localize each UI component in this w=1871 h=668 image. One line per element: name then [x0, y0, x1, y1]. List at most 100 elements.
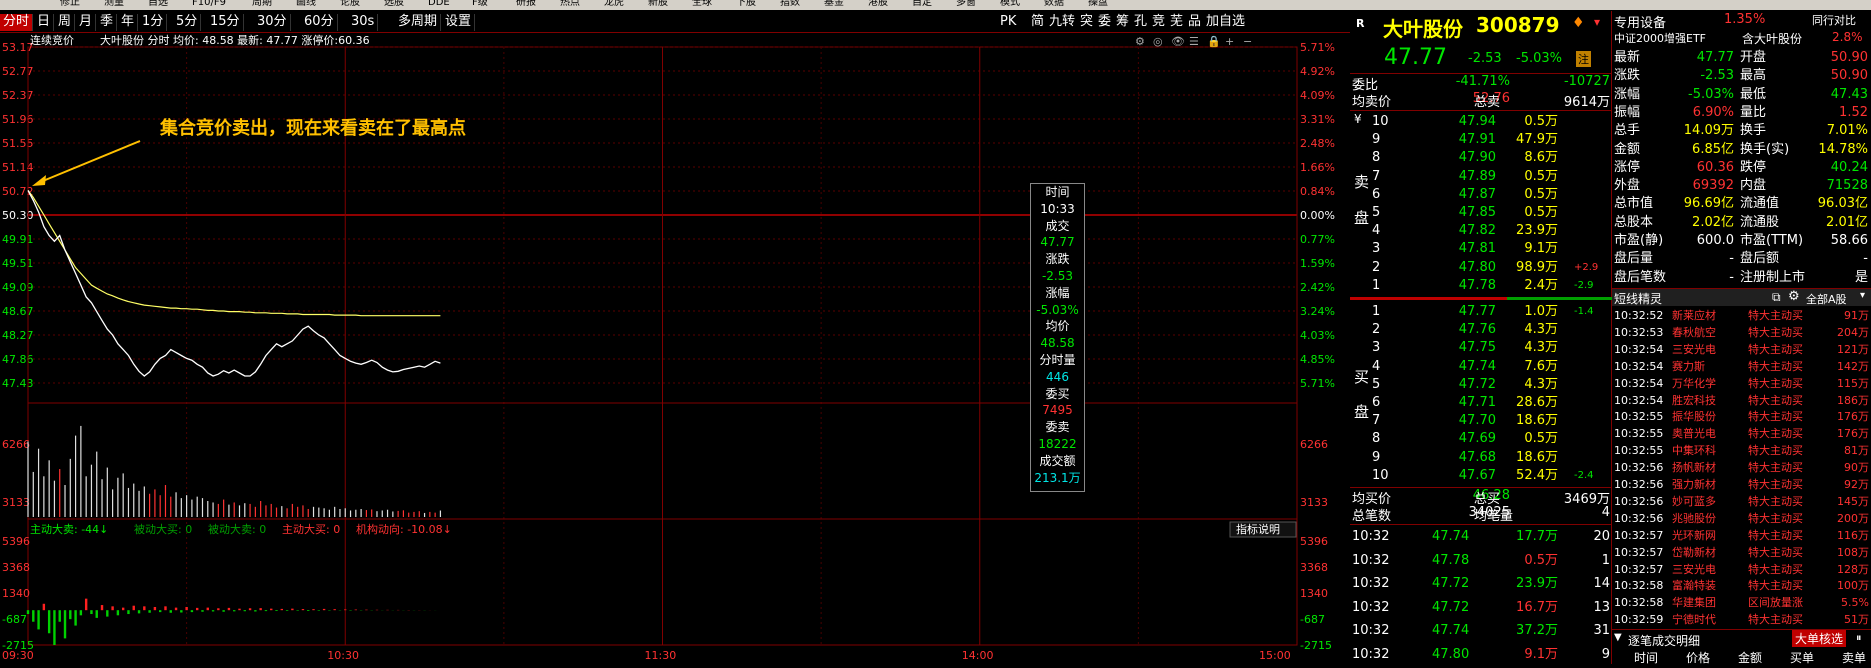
- sprite-row[interactable]: 10:32:52 新莱应材 特大主动买 91万: [1612, 307, 1871, 324]
- sprite-row[interactable]: 10:32:56 强力新材 特大主动买 92万: [1612, 476, 1871, 493]
- orderbook-row[interactable]: 6 47.71 28.6万: [1350, 394, 1612, 412]
- period-tab[interactable]: 年: [118, 14, 139, 31]
- sprite-row[interactable]: 10:32:55 奥普光电 特大主动买 176万: [1612, 425, 1871, 442]
- orderbook-row[interactable]: 9 47.68 18.6万: [1350, 449, 1612, 467]
- intraday-chart-panel[interactable]: 53.17 5.71% 52.77 4.92% 52.37 4.09% 51.96 3.31%…: [0, 33, 1350, 664]
- menu-item[interactable]: 研报: [516, 0, 536, 8]
- menu-item[interactable]: 下股: [736, 0, 756, 8]
- menu-item[interactable]: 周期: [252, 0, 272, 8]
- menu-item[interactable]: 选股: [384, 0, 404, 8]
- menu-item[interactable]: 指数: [780, 0, 800, 8]
- orderbook-row[interactable]: 5 47.85 0.5万: [1350, 204, 1612, 222]
- period-tab[interactable]: 多周期: [395, 14, 442, 31]
- tool-button[interactable]: 突: [1078, 14, 1095, 31]
- sprite-row[interactable]: 10:32:56 兆驰股份 特大主动买 200万: [1612, 510, 1871, 527]
- menu-item[interactable]: 画线: [296, 0, 316, 8]
- menu-item[interactable]: 自定: [912, 0, 932, 8]
- tool-button[interactable]: 九转: [1047, 14, 1077, 31]
- period-tab[interactable]: 60分: [301, 14, 338, 31]
- sprite-row[interactable]: 10:32:54 胜宏科技 特大主动买 186万: [1612, 392, 1871, 409]
- tool-button[interactable]: 简: [1029, 14, 1046, 31]
- sprite-row[interactable]: 10:32:55 中集环科 特大主动买 81万: [1612, 442, 1871, 459]
- gear-icon[interactable]: ⚙: [1788, 289, 1800, 304]
- menu-item[interactable]: F级: [472, 0, 488, 8]
- orderbook-row[interactable]: 1 47.78 2.4万 -2.9: [1350, 277, 1612, 295]
- menu-item[interactable]: 修正: [60, 0, 80, 8]
- period-tab[interactable]: 5分: [173, 14, 202, 31]
- chevron-down-icon[interactable]: ▾: [1860, 290, 1865, 301]
- period-tab[interactable]: 季: [97, 14, 118, 31]
- menu-item[interactable]: 热点: [560, 0, 580, 8]
- menu-item[interactable]: 测量: [104, 0, 124, 8]
- orderbook-row[interactable]: 2 47.76 4.3万: [1350, 321, 1612, 339]
- sprite-row[interactable]: 10:32:55 振华股份 特大主动买 176万: [1612, 408, 1871, 425]
- tool-button[interactable]: PK: [998, 14, 1018, 31]
- sprite-row[interactable]: 10:32:56 妙可蓝多 特大主动买 145万: [1612, 493, 1871, 510]
- sprite-row[interactable]: 10:32:54 万华化学 特大主动买 115万: [1612, 375, 1871, 392]
- orderbook-row[interactable]: 3 47.75 4.3万: [1350, 339, 1612, 357]
- orderbook-row[interactable]: 9 47.91 47.9万: [1350, 131, 1612, 149]
- period-tab[interactable]: 1分: [139, 14, 168, 31]
- sprite-row[interactable]: 10:32:57 岱勒新材 特大主动买 108万: [1612, 544, 1871, 561]
- orderbook-row[interactable]: 8 47.69 0.5万: [1350, 430, 1612, 448]
- menu-item[interactable]: 龙虎: [604, 0, 624, 8]
- sprite-row[interactable]: 10:32:58 华建集团 区间放量涨 5.5%: [1612, 594, 1871, 611]
- intraday-chart-svg[interactable]: 53.17 5.71% 52.77 4.92% 52.37 4.09% 51.96 3.31%…: [0, 33, 1350, 664]
- orderbook-row[interactable]: 6 47.87 0.5万: [1350, 186, 1612, 204]
- sprite-row[interactable]: 10:32:59 宁德时代 特大主动买 51万: [1612, 611, 1871, 628]
- tool-button[interactable]: 加自选: [1204, 14, 1247, 31]
- period-tab[interactable]: 15分: [207, 14, 244, 31]
- tool-button[interactable]: 竞: [1150, 14, 1167, 31]
- big-order-button[interactable]: 大单核选: [1792, 630, 1847, 647]
- sprite-row[interactable]: 10:32:53 春秋航空 特大主动买 204万: [1612, 324, 1871, 341]
- period-tab[interactable]: 日: [34, 14, 55, 31]
- period-tab[interactable]: 设置: [442, 14, 476, 31]
- pause-icon[interactable]: ⏸: [1856, 631, 1862, 645]
- collapse-icon[interactable]: ▼: [1614, 632, 1622, 643]
- orderbook-row[interactable]: 10 47.94 0.5万: [1350, 113, 1612, 131]
- orderbook-row[interactable]: 1 47.77 1.0万 -1.4: [1350, 303, 1612, 321]
- tool-button[interactable]: 筹: [1114, 14, 1131, 31]
- orderbook-row[interactable]: 4 47.82 23.9万: [1350, 222, 1612, 240]
- period-tab[interactable]: 周: [55, 14, 76, 31]
- menu-item[interactable]: 基金: [824, 0, 844, 8]
- menu-item[interactable]: F10/F9: [192, 0, 226, 8]
- bell-icon[interactable]: ♦: [1572, 15, 1585, 31]
- etf-name: 中证2000增强ETF: [1614, 32, 1706, 45]
- sprite-row[interactable]: 10:32:57 光环新网 特大主动买 116万: [1612, 527, 1871, 544]
- period-tab[interactable]: 分时: [0, 14, 34, 31]
- sprite-row[interactable]: 10:32:54 三安光电 特大主动买 121万: [1612, 341, 1871, 358]
- orderbook-row[interactable]: 4 47.74 7.6万: [1350, 358, 1612, 376]
- annotation-arrowhead: [32, 175, 46, 186]
- menu-item[interactable]: DDE: [428, 0, 450, 8]
- sprite-row[interactable]: 10:32:56 扬帆新材 特大主动买 90万: [1612, 459, 1871, 476]
- menu-item[interactable]: 全球: [692, 0, 712, 8]
- menu-item[interactable]: 论股: [340, 0, 360, 8]
- sprite-row[interactable]: 10:32:54 赛力斯 特大主动买 142万: [1612, 358, 1871, 375]
- tool-button[interactable]: 品: [1186, 14, 1203, 31]
- tool-button[interactable]: 委: [1096, 14, 1113, 31]
- menu-item[interactable]: 新股: [648, 0, 668, 8]
- tool-button[interactable]: 芜: [1168, 14, 1185, 31]
- orderbook-row[interactable]: 2 47.80 98.9万 +2.9: [1350, 259, 1612, 277]
- menu-item[interactable]: 操盘: [1088, 0, 1108, 8]
- period-tab[interactable]: 30分: [254, 14, 291, 31]
- orderbook-row[interactable]: 5 47.72 4.3万: [1350, 376, 1612, 394]
- sprite-row[interactable]: 10:32:57 三安光电 特大主动买 128万: [1612, 561, 1871, 578]
- orderbook-row[interactable]: 8 47.90 8.6万: [1350, 149, 1612, 167]
- orderbook-row[interactable]: 7 47.70 18.6万: [1350, 412, 1612, 430]
- period-tab[interactable]: 月: [76, 14, 97, 31]
- orderbook-row[interactable]: 7 47.89 0.5万: [1350, 168, 1612, 186]
- menu-item[interactable]: 自选: [148, 0, 168, 8]
- menu-item[interactable]: 模式: [1000, 0, 1020, 8]
- menu-item[interactable]: 数据: [1044, 0, 1064, 8]
- orderbook-row[interactable]: 10 47.67 52.4万 -2.4: [1350, 467, 1612, 485]
- tool-button[interactable]: 孔: [1132, 14, 1149, 31]
- menu-item[interactable]: 多窗: [956, 0, 976, 8]
- copy-icon[interactable]: ⧉: [1772, 290, 1781, 305]
- orderbook-row[interactable]: 3 47.81 9.1万: [1350, 240, 1612, 258]
- sprite-row[interactable]: 10:32:58 富瀚特装 特大主动买 100万: [1612, 577, 1871, 594]
- menu-arrow-icon[interactable]: ▾: [1594, 15, 1600, 29]
- menu-item[interactable]: 港股: [868, 0, 888, 8]
- period-tab[interactable]: 30s: [348, 14, 379, 31]
